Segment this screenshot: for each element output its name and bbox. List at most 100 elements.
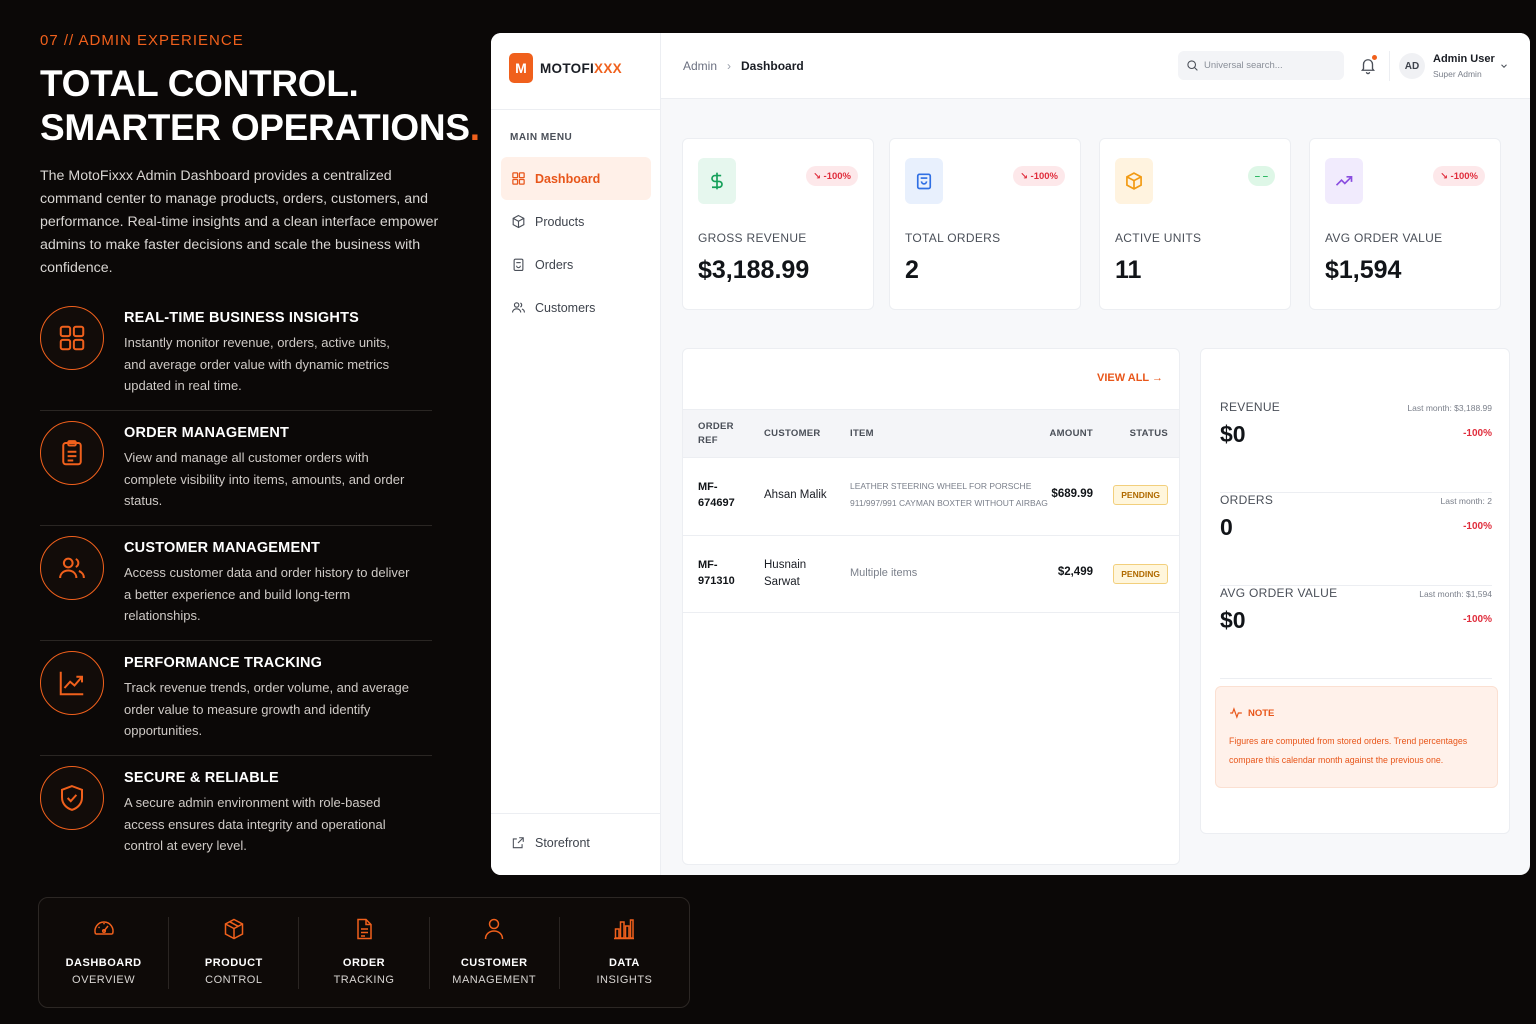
search-input[interactable] [1204,60,1334,71]
topbar-divider [1389,51,1390,81]
capability-title: PRODUCT [204,956,263,969]
breadcrumb: Admin › Dashboard [683,59,804,73]
capability-title: DATA [608,956,640,969]
kpi-label: ACTIVE UNITS [1115,231,1202,245]
admin-dashboard-window: M MOTOFIXXX MAIN MENU Dashboard Products… [491,33,1530,875]
storefront-link[interactable]: Storefront [511,836,590,850]
clipboard-icon [513,258,524,271]
capability-order-tracking: ORDER TRACKING [299,916,430,989]
note-body: Figures are computed from stored orders.… [1229,736,1468,765]
order-amount: $2,499 [1057,566,1093,578]
view-all-link[interactable]: VIEW ALL → [1097,372,1163,384]
column-header-order-ref[interactable]: ORDER REF [698,420,743,448]
capability-title: DASHBOARD [65,956,142,969]
feature-list: REAL-TIME BUSINESS INSIGHTS Instantly mo… [40,296,432,871]
feature-desc: Track revenue trends, order volume, and … [124,680,409,738]
sidebar-item-label: Customers [535,300,596,315]
summary-value: $0 [1220,421,1246,447]
recent-orders-panel: VIEW ALL → ORDER REF CUSTOMER ITEM AMOUN… [682,348,1180,865]
table-row[interactable]: MF-971310 Husnain Sarwat Multiple items … [683,536,1179,613]
external-link-icon [512,837,524,849]
summary-row-revenue: REVENUE $0 Last month: $3,188.99 -100% [1220,400,1492,493]
headline-dot: . [469,107,480,148]
breadcrumb-separator: › [727,59,732,73]
trend-chart-icon [40,651,104,715]
summary-change: -100% [1463,614,1492,625]
kpi-value: 2 [905,256,919,284]
notifications-button[interactable] [1359,55,1377,75]
table-header: ORDER REF CUSTOMER ITEM AMOUNT STATUS [683,409,1179,458]
sidebar-item-customers[interactable]: Customers [501,286,651,329]
headline-line-2: SMARTER OPERATIONS [40,107,470,148]
sidebar-item-label: Orders [535,257,574,272]
feature-desc: A secure admin environment with role-bas… [124,795,386,853]
kpi-card-avg-order-value: ↘ -100% AVG ORDER VALUE $1,594 [1309,138,1501,310]
kpi-value: $3,188.99 [698,256,810,284]
kpi-card-active-units: – – ACTIVE UNITS 11 [1099,138,1291,310]
feature-title: CUSTOMER MANAGEMENT [124,540,321,556]
sidebar-item-orders[interactable]: Orders [501,243,651,286]
sidebar-item-dashboard[interactable]: Dashboard [501,157,651,200]
chevron-down-icon[interactable] [1499,61,1509,71]
note-title: NOTE [1248,707,1275,719]
monthly-summary-panel: REVENUE $0 Last month: $3,188.99 -100% O… [1200,348,1510,834]
capability-customer-management: CUSTOMER MANAGEMENT [430,916,560,989]
order-ref[interactable]: MF-674697 [698,479,746,511]
breadcrumb-root[interactable]: Admin [683,59,717,73]
sidebar-item-products[interactable]: Products [501,200,651,243]
avatar[interactable]: AD [1399,53,1425,79]
column-header-item[interactable]: ITEM [850,428,874,439]
notification-dot [1372,55,1377,60]
order-ref[interactable]: MF-971310 [698,557,746,589]
page: 07 // ADMIN EXPERIENCE TOTAL CONTROL. SM… [0,0,1536,1024]
bar-chart-icon [614,918,635,939]
search-icon [1187,60,1198,71]
brand-name-a: MOTOFI [540,60,595,76]
headline: TOTAL CONTROL. SMARTER OPERATIONS. [40,62,480,150]
storefront-label: Storefront [535,836,590,850]
capability-title: CUSTOMER [460,956,528,969]
capability-subtitle: MANAGEMENT [452,973,537,986]
kpi-value: $1,594 [1325,256,1402,284]
feature-title: PERFORMANCE TRACKING [124,655,323,671]
trend-badge: – – [1247,166,1275,186]
summary-value: $0 [1220,607,1246,633]
sidebar-item-label: Dashboard [535,171,601,186]
column-header-amount[interactable]: AMOUNT [1050,428,1094,439]
capability-product-control: PRODUCT CONTROL [169,916,300,989]
kpi-label: GROSS REVENUE [698,231,807,245]
dollar-icon [698,158,736,204]
note-header: NOTE [1229,706,1274,720]
sidebar: M MOTOFIXXX MAIN MENU Dashboard Products… [491,33,661,875]
menu-section-label: MAIN MENU [510,132,573,143]
user-icon [484,918,504,939]
order-customer: Ahsan Malik [764,489,827,501]
column-header-customer[interactable]: CUSTOMER [764,428,821,439]
capabilities-bar: DASHBOARD OVERVIEW PRODUCT CONTROL ORDER… [38,897,690,1008]
capability-subtitle: CONTROL [205,973,263,986]
status-badge: PENDING [1113,485,1168,505]
shield-check-icon [40,766,104,830]
feature-title: ORDER MANAGEMENT [124,425,290,441]
kpi-card-gross-revenue: ↘ -100% GROSS REVENUE $3,188.99 [682,138,874,310]
dashboard-icon [512,172,525,185]
feature-title: REAL-TIME BUSINESS INSIGHTS [124,310,359,326]
column-header-status[interactable]: STATUS [1130,428,1168,439]
top-bar: Admin › Dashboard AD Admin User Super Ad… [661,33,1530,99]
feature-desc: View and manage all customer orders with… [124,450,405,508]
users-icon [40,536,104,600]
sidebar-divider [491,109,661,110]
capability-subtitle: INSIGHTS [596,973,653,986]
summary-change: -100% [1463,428,1492,439]
brand-logo[interactable]: M MOTOFIXXX [509,53,622,83]
feature-item: ORDER MANAGEMENT View and manage all cus… [40,411,432,526]
main-menu: Dashboard Products Orders Customers [501,157,651,329]
summary-last-month: Last month: $3,188.99 [1407,403,1492,413]
table-row[interactable]: MF-674697 Ahsan Malik LEATHER STEERING W… [683,458,1179,536]
box-icon [224,918,244,939]
user-name[interactable]: Admin User [1433,53,1495,65]
note-box: NOTE Figures are computed from stored or… [1215,686,1498,788]
headline-line-1: TOTAL CONTROL. [40,63,359,104]
summary-label: REVENUE [1220,400,1281,414]
kpi-card-total-orders: ↘ -100% TOTAL ORDERS 2 [889,138,1081,310]
